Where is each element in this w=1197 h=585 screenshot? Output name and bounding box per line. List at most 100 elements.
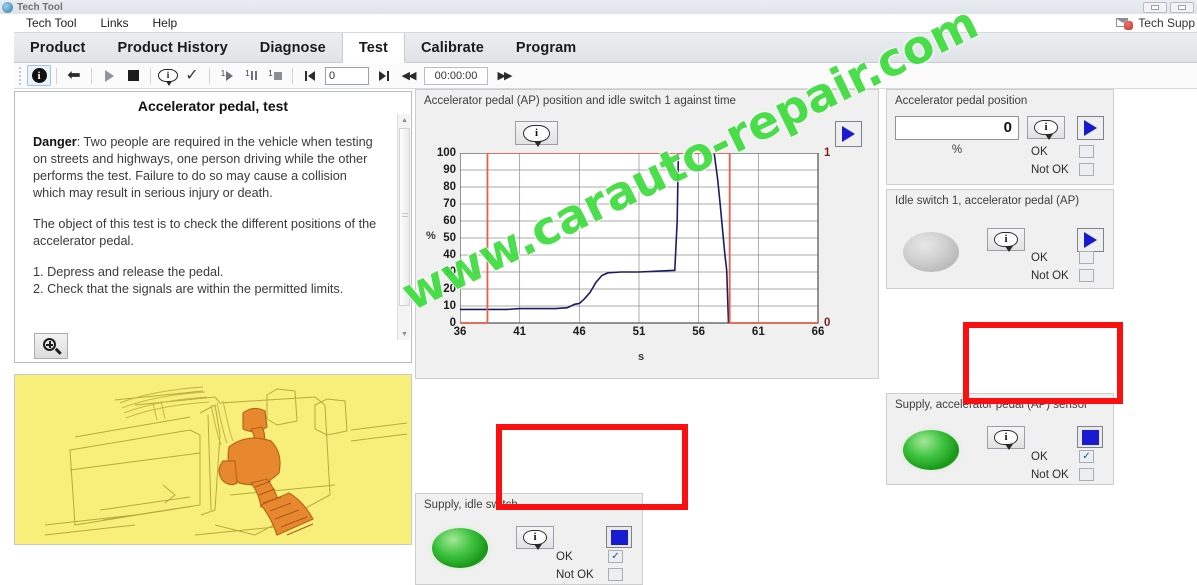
scroll-down-arrow[interactable]: ▼	[398, 328, 411, 340]
supply-ap-color-swatch[interactable]	[1077, 426, 1103, 448]
pedal-illustration-svg	[15, 375, 411, 544]
supply-ap-lamp	[897, 425, 965, 475]
tab-diagnose[interactable]: Diagnose	[244, 33, 342, 62]
tab-test[interactable]: Test	[341, 33, 405, 63]
play-button[interactable]	[97, 65, 121, 86]
step-pause-icon	[250, 71, 257, 80]
play-icon	[1084, 120, 1097, 136]
stop-button[interactable]	[121, 65, 145, 86]
scrollbar-thumb[interactable]	[399, 128, 410, 306]
step-2: 2. Check that the signals are within the…	[33, 282, 344, 296]
step-stop-button[interactable]: 1	[263, 65, 287, 86]
info-button[interactable]: i	[27, 65, 51, 86]
step-play-icon	[226, 70, 234, 81]
step-stop-superscript: 1	[268, 69, 273, 78]
chart-x-tick-label: 66	[811, 326, 825, 338]
window-title-bar: Tech Tool	[0, 0, 1197, 14]
toolbar-separator	[292, 67, 293, 84]
rewind-icon: ◀◀	[401, 70, 417, 82]
scroll-up-arrow[interactable]: ▲	[398, 114, 411, 126]
chart-y-tick-label: 30	[443, 266, 456, 278]
chart-plot-area: 0 10 20 30 40 50 60 70 80 90 100 36 41 46 51 56 61 66 0 1	[437, 147, 860, 349]
idle-ok-label: OK	[1031, 252, 1048, 264]
supply-idle-ok-checkbox[interactable]: ✓	[608, 550, 623, 563]
ap-info-button[interactable]: i	[1027, 116, 1065, 140]
last-step-button[interactable]	[372, 65, 396, 86]
elapsed-time-display: 00:00:00	[424, 66, 488, 85]
ap-ok-label: OK	[1031, 146, 1048, 158]
pedal-illustration	[14, 374, 412, 545]
back-button[interactable]: ⬅	[62, 65, 86, 86]
rewind-button[interactable]: ◀◀	[396, 65, 420, 86]
chart-y-tick-label: 20	[443, 283, 456, 295]
idle-ok-checkbox[interactable]	[1079, 251, 1094, 264]
chart-info-button[interactable]: i	[515, 121, 558, 147]
arrow-left-icon: ⬅	[67, 66, 81, 84]
chart-y-tick-label: 100	[436, 147, 456, 159]
toolbar-separator	[56, 67, 57, 84]
toolbar-grip[interactable]	[18, 66, 24, 85]
chart-play-button[interactable]	[835, 121, 862, 147]
tab-product-history[interactable]: Product History	[101, 33, 243, 62]
idle-not-ok-checkbox[interactable]	[1079, 269, 1094, 282]
supply-ap-ok-checkbox[interactable]: ✓	[1079, 450, 1094, 463]
ap-ok-checkbox[interactable]	[1079, 145, 1094, 158]
instruction-text: Danger: Two people are required in the v…	[33, 134, 381, 298]
info-bubble-icon: i	[1034, 120, 1058, 140]
chart-y-tick-label: 50	[443, 232, 456, 244]
supply-ap-info-button[interactable]: i	[987, 426, 1025, 450]
tab-program[interactable]: Program	[500, 33, 592, 62]
chart-y-tick-label: 40	[443, 249, 456, 261]
zoom-in-button[interactable]	[34, 333, 68, 359]
supply-idle-ok-label: OK	[556, 551, 573, 563]
instruction-scrollbar[interactable]: ▲ ▼	[397, 114, 410, 340]
idle-switch-panel: Idle switch 1, accelerator pedal (AP) i …	[886, 189, 1114, 289]
window-controls[interactable]	[1143, 1, 1194, 13]
idle-play-button[interactable]	[1077, 228, 1104, 252]
menu-bar: Tech Tool Links Help Tech Supp	[14, 14, 1197, 33]
supply-ap-not-ok-label: Not OK	[1031, 469, 1069, 481]
tech-support-link[interactable]: Tech Supp	[1116, 16, 1195, 30]
panel-title: Supply, idle switch	[424, 499, 518, 511]
chart-x-tick-label: 56	[692, 326, 706, 338]
confirm-button[interactable]: ✓	[180, 65, 204, 86]
minimize-button[interactable]	[1143, 1, 1167, 13]
chart-right-tick-label: 1	[824, 147, 831, 159]
test-toolbar: i ⬅ i ✓ 1 1 1 ◀◀ 00:00:00	[14, 63, 1197, 89]
check-icon: ✓	[185, 66, 199, 84]
supply-ap-not-ok-checkbox[interactable]	[1079, 468, 1094, 481]
first-step-button[interactable]	[298, 65, 322, 86]
ap-play-button[interactable]	[1077, 116, 1104, 140]
toolbar-separator	[209, 67, 210, 84]
step-pause-button[interactable]: 1	[239, 65, 263, 86]
chart-y-tick-label: 60	[443, 215, 456, 227]
ap-position-value[interactable]: 0	[895, 116, 1019, 140]
supply-idle-not-ok-label: Not OK	[556, 569, 594, 581]
fast-forward-button[interactable]: ▶▶	[492, 65, 516, 86]
info-bubble-icon: i	[158, 69, 178, 86]
panel-title: Idle switch 1, accelerator pedal (AP)	[895, 195, 1080, 207]
ap-not-ok-checkbox[interactable]	[1079, 163, 1094, 176]
chart-x-tick-label: 41	[513, 326, 527, 338]
tab-product[interactable]: Product	[14, 33, 101, 62]
comment-button[interactable]: i	[156, 65, 180, 86]
chart-y-tick-label: 10	[443, 300, 456, 312]
chart-right-tick-label: 0	[824, 317, 831, 329]
chart-title: Accelerator pedal (AP) position and idle…	[424, 95, 736, 107]
panel-title: Accelerator pedal position	[895, 95, 1028, 107]
supply-idle-info-button[interactable]: i	[516, 526, 554, 550]
menu-item-links[interactable]: Links	[88, 14, 140, 33]
danger-text: : Two people are required in the vehicle…	[33, 135, 373, 200]
maximize-button[interactable]	[1170, 1, 1194, 13]
supply-idle-not-ok-checkbox[interactable]	[608, 568, 623, 581]
idle-info-button[interactable]: i	[987, 228, 1025, 252]
danger-label: Danger	[33, 135, 77, 149]
step-counter-input[interactable]	[325, 66, 369, 85]
chart-y-tick-label: 0	[449, 317, 456, 329]
info-bubble-icon: i	[994, 430, 1018, 450]
step-play-button[interactable]: 1	[215, 65, 239, 86]
chart-x-tick-label: 51	[632, 326, 646, 338]
menu-item-help[interactable]: Help	[141, 14, 190, 33]
menu-item-tech-tool[interactable]: Tech Tool	[14, 14, 88, 33]
tab-calibrate[interactable]: Calibrate	[405, 33, 500, 62]
